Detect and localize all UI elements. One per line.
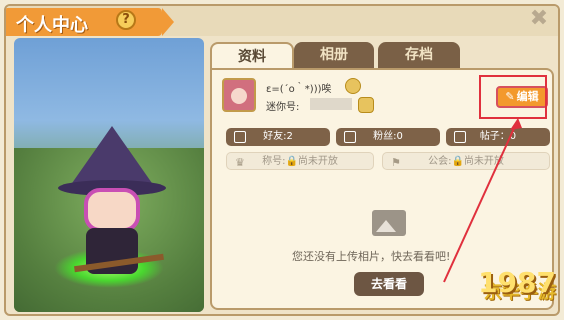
watermark: 1987 京华手游: [456, 266, 556, 318]
title-field-text: 称号:🔒尚未开放: [227, 153, 373, 171]
avatar-scene: [14, 38, 204, 312]
copy-icon[interactable]: [358, 97, 374, 113]
title-bar: 个人中心 ? ✖: [6, 6, 558, 36]
close-icon[interactable]: ✖: [528, 8, 550, 30]
title-label: 称号:: [262, 156, 286, 167]
profile-avatar[interactable]: [222, 78, 256, 112]
watermark-number: 1987: [478, 266, 556, 299]
lock-icon: 🔒: [285, 156, 298, 167]
tab-profile[interactable]: 资料: [210, 42, 294, 70]
title-field: ♛ 称号:🔒尚未开放: [226, 152, 374, 170]
tab-archive[interactable]: 存档: [378, 42, 460, 68]
edit-button-label: 编辑: [516, 90, 539, 103]
title-value: 尚未开放: [297, 156, 338, 167]
guild-label: 公会:: [428, 156, 452, 167]
mini-id-value-redacted: [310, 98, 352, 110]
help-icon[interactable]: ?: [116, 10, 136, 30]
witch-hat: [70, 126, 154, 186]
guild-field: ⚑ 公会:🔒尚未开放: [382, 152, 550, 170]
tab-album[interactable]: 相册: [294, 42, 374, 68]
edit-button[interactable]: ✎ 编辑: [496, 86, 548, 108]
guild-value: 尚未开放: [463, 156, 504, 167]
mini-id-label: 迷你号:: [266, 102, 300, 113]
stat-friends-text: 好友:2: [263, 131, 293, 142]
avatar-face: [84, 188, 140, 232]
pencil-icon: ✎: [505, 90, 515, 103]
nickname: ε=(´ο｀*)))唉: [266, 84, 332, 95]
stat-fans-text: 粉丝:0: [373, 131, 403, 142]
stat-posts-text: 帖子：0: [479, 131, 517, 142]
go-look-button[interactable]: 去看看: [354, 272, 424, 296]
profile-window: 个人中心 ? ✖ 资料 相册 存档 ε=(´ο｀*)))唉 迷你号: ✎编辑: [4, 4, 560, 316]
lock-icon: 🔒: [451, 156, 464, 167]
title-ribbon: 个人中心: [6, 8, 174, 36]
stat-posts[interactable]: 帖子：0: [446, 128, 550, 146]
photo-icon: [372, 210, 406, 236]
guild-field-text: 公会:🔒尚未开放: [383, 153, 549, 171]
stat-friends[interactable]: 好友:2: [226, 128, 330, 146]
window-title: 个人中心: [16, 15, 88, 36]
album-empty-message: 您还没有上传相片，快去看看吧!: [292, 250, 451, 263]
coin-icon: [345, 78, 361, 94]
stat-fans[interactable]: 粉丝:0: [336, 128, 440, 146]
